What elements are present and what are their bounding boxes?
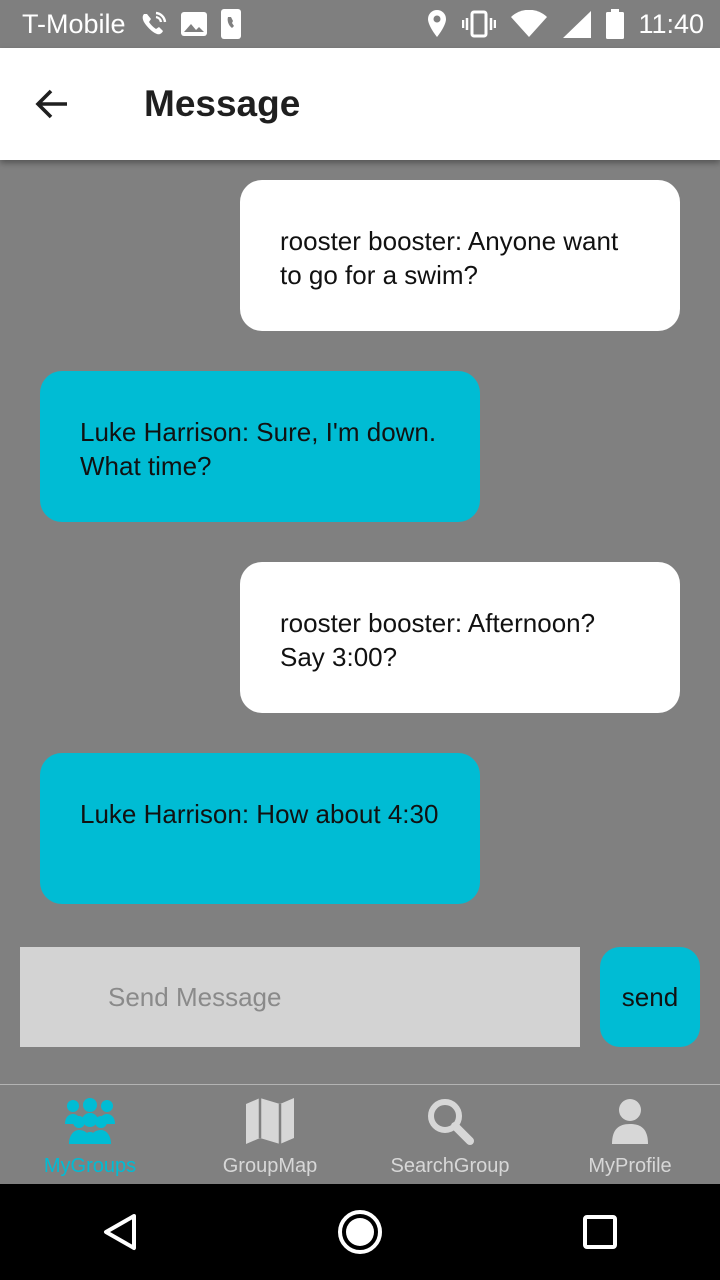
triangle-back-icon [104,1214,136,1250]
message-bubble-incoming: Luke Harrison: Sure, I'm down. What time… [40,371,480,522]
status-right: 11:40 [426,9,704,40]
system-back-button[interactable] [70,1184,170,1280]
carrier-name: T-Mobile [22,8,126,39]
circle-home-icon [338,1210,382,1254]
message-input[interactable] [20,947,580,1047]
bottom-nav: MyGroups GroupMap SearchGroup MyProfile [0,1084,720,1184]
signal-icon [562,10,592,38]
nav-label-groupmap: GroupMap [222,1155,318,1177]
message-bubble-outgoing: rooster booster: Afternoon? Say 3:00? [240,562,680,713]
status-bar: T-Mobile 11:40 [0,0,720,48]
nav-item-myprofile[interactable]: MyProfile [540,1085,720,1184]
nav-item-mygroups[interactable]: MyGroups [0,1085,180,1184]
profile-icon [610,1095,650,1147]
nav-item-groupmap[interactable]: GroupMap [180,1085,360,1184]
arrow-back-icon [35,89,67,119]
status-left: T-Mobile [22,8,426,40]
groups-icon [63,1095,117,1147]
wifi-icon [510,10,548,38]
vibrate-icon [462,10,497,38]
search-icon [426,1095,474,1147]
square-recents-icon [583,1215,617,1249]
nav-label-myprofile: MyProfile [588,1155,672,1177]
send-button[interactable]: send [600,947,700,1047]
nav-label-searchgroup: SearchGroup [390,1155,510,1177]
message-bubble-outgoing: rooster booster: Anyone want to go for a… [240,180,680,331]
message-text: rooster booster: Afternoon? Say 3:00? [280,608,596,672]
phone-icon [220,8,242,40]
image-icon [180,11,208,37]
system-home-button[interactable] [310,1184,410,1280]
back-button[interactable] [0,48,104,160]
system-recents-button[interactable] [550,1184,650,1280]
map-icon [245,1095,295,1147]
nav-item-searchgroup[interactable]: SearchGroup [360,1085,540,1184]
nav-label-mygroups: MyGroups [43,1155,137,1177]
app-bar: Message [0,48,720,160]
message-text: Luke Harrison: How about 4:30 [80,799,439,829]
message-bubble-incoming: Luke Harrison: How about 4:30 [40,753,480,904]
status-time: 11:40 [638,8,704,39]
message-text: rooster booster: Anyone want to go for a… [280,226,619,290]
battery-icon [606,9,625,39]
wifi-calling-icon [138,10,168,38]
page-title: Message [144,83,301,124]
message-text: Luke Harrison: Sure, I'm down. What time… [80,417,437,481]
system-nav-bar [0,1184,720,1280]
location-icon [426,9,448,39]
